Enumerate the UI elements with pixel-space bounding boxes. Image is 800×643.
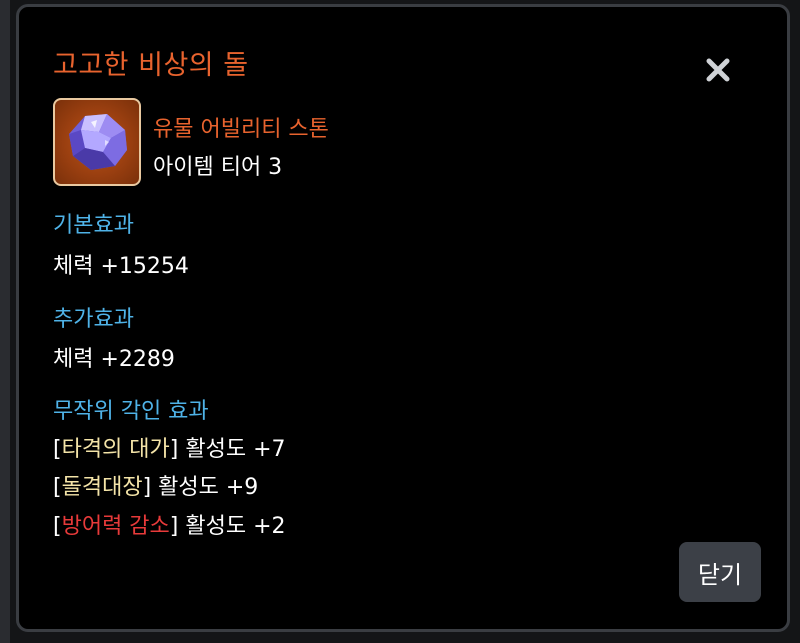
dialog-title: 고고한 비상의 돌 [53,50,249,81]
item-tooltip-dialog: 고고한 비상의 돌 유물 어빌리티 스톤 아이템 티어 3 기본효과 체력 +1… [16,4,790,632]
bracket-open: [ [53,514,62,539]
engraving-row: [돌격대장] 활성도 +9 [53,469,258,501]
engraving-name-negative: 방어력 감소 [61,514,170,539]
bracket-open: [ [53,475,62,500]
engraving-activation: 활성도 +9 [151,475,259,500]
engraving-row: [타격의 대가] 활성도 +7 [53,431,286,463]
bracket-close: ] [142,475,152,500]
engraving-activation: 활성도 +2 [178,514,286,539]
engraving-name: 타격의 대가 [61,437,170,462]
bonus-effect-value: 체력 +2289 [53,347,175,372]
background-panel-edge [0,0,10,643]
engraving-activation: 활성도 +7 [178,437,286,462]
basic-effect-heading: 기본효과 [53,213,134,238]
crystal-stone-icon [53,98,141,186]
close-button[interactable]: 닫기 [679,542,761,602]
item-grade-name: 유물 어빌리티 스톤 [153,117,329,142]
engraving-name: 돌격대장 [61,475,143,500]
bracket-open: [ [53,437,62,462]
basic-effect-value: 체력 +15254 [53,254,189,279]
engraving-heading: 무작위 각인 효과 [53,399,209,424]
engraving-row: [방어력 감소] 활성도 +2 [53,508,286,540]
close-icon[interactable] [703,55,733,85]
item-tier: 아이템 티어 3 [153,155,283,180]
bonus-effect-heading: 추가효과 [53,307,134,332]
